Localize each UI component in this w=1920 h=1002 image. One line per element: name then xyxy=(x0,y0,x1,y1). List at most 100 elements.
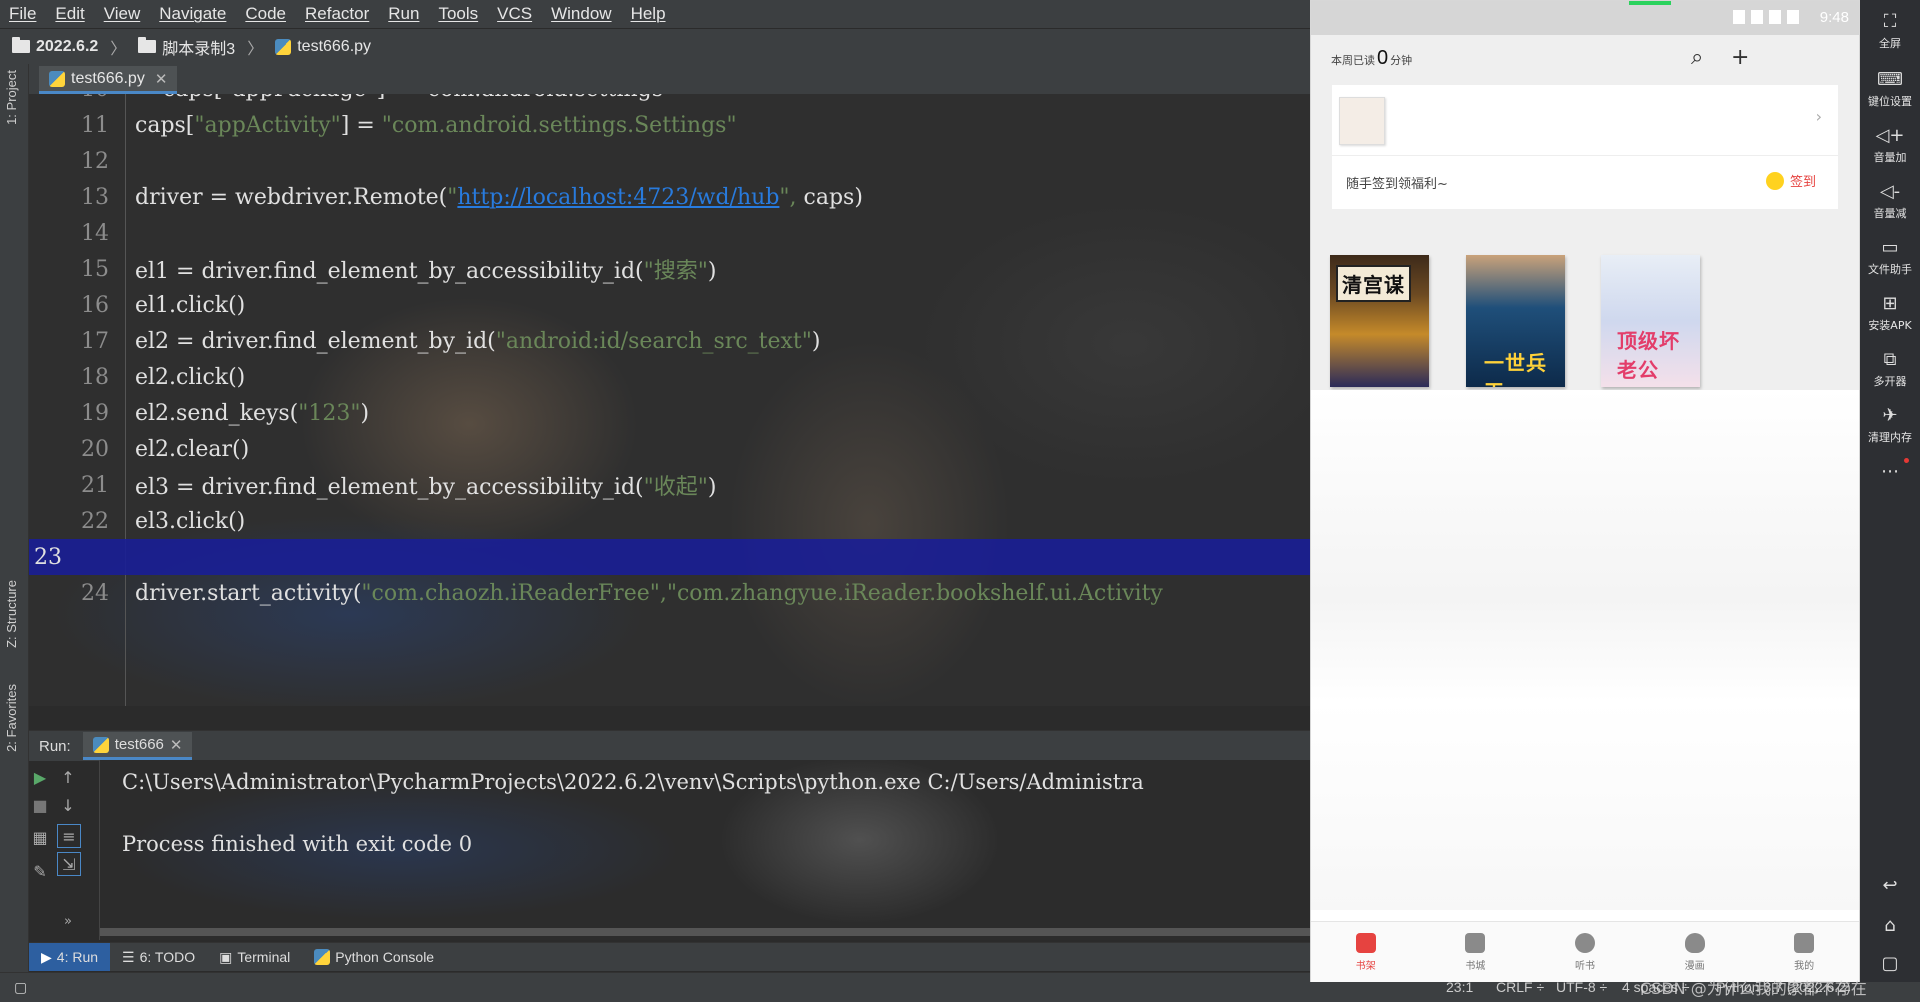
toggle-panels-icon[interactable]: ▢ xyxy=(14,979,27,996)
current-code-line[interactable]: 23 xyxy=(29,539,1310,575)
line-number: 19 xyxy=(81,400,109,426)
menu-help[interactable]: Help xyxy=(622,4,676,24)
tab-terminal[interactable]: ▣ Terminal xyxy=(207,943,302,971)
recent-book-thumbnail[interactable] xyxy=(1339,97,1385,145)
divider xyxy=(1332,155,1838,156)
code-text: driver.start_activity("com.chaozh.iReade… xyxy=(135,581,1163,606)
search-icon[interactable]: ⌕ xyxy=(1691,45,1703,70)
code-line[interactable]: 10 caps["appPackage"] = "com.android.set… xyxy=(29,94,1310,107)
rerun-icon[interactable]: ▶ xyxy=(29,766,51,788)
keyboard-icon: ⌨ xyxy=(1877,69,1903,90)
tab-project[interactable]: 1: Project xyxy=(4,70,19,125)
nav-comics[interactable]: 漫画 xyxy=(1640,922,1750,982)
code-line[interactable]: 18 el2.click() xyxy=(29,359,1310,395)
run-tab-test666[interactable]: test666 ✕ xyxy=(82,732,193,760)
book-cover[interactable]: 清宫谋 xyxy=(1330,255,1429,387)
status-icons xyxy=(1733,10,1799,24)
editor-tab-test666[interactable]: test666.py ✕ xyxy=(39,66,178,94)
code-line[interactable]: 20 el2.clear() xyxy=(29,431,1310,467)
code-editor[interactable]: 10 caps["appPackage"] = "com.android.set… xyxy=(29,94,1310,706)
nav-audiobook[interactable]: 听书 xyxy=(1530,922,1640,982)
tab-terminal-label: Terminal xyxy=(237,949,291,965)
code-token[interactable]: http://localhost:4723/wd/hub xyxy=(457,185,779,210)
tab-todo[interactable]: ☰ 6: TODO xyxy=(110,943,207,971)
tool-label: 音量加 xyxy=(1873,151,1907,164)
android-recents-button[interactable]: ▢ xyxy=(1860,954,1920,974)
code-line[interactable]: 24 driver.start_activity("com.chaozh.iRea… xyxy=(29,575,1310,611)
close-icon[interactable]: ✕ xyxy=(155,70,168,88)
signin-card[interactable]: › 随手签到领福利~ 签到 xyxy=(1332,85,1838,209)
tool-more[interactable]: ⋯ xyxy=(1860,462,1920,482)
tool-fullscreen[interactable]: ⛶ 全屏 xyxy=(1860,12,1920,51)
tool-multi-instance[interactable]: ⧉ 多开器 xyxy=(1860,350,1920,389)
layout-icon[interactable]: ▦ xyxy=(29,826,51,848)
menu-navigate[interactable]: Navigate xyxy=(150,4,236,24)
menu-code[interactable]: Code xyxy=(236,4,296,24)
line-number: 14 xyxy=(81,220,109,246)
menu-file[interactable]: File xyxy=(0,4,46,24)
book-cover[interactable]: 一世兵王 xyxy=(1466,255,1565,387)
code-line[interactable]: 21 el3 = driver.find_element_by_accessibi… xyxy=(29,467,1310,503)
nav-bookshelf[interactable]: 书架 xyxy=(1311,922,1421,982)
pin-icon[interactable]: ✎ xyxy=(29,860,51,882)
tool-volume-down[interactable]: ◁- 音量减 xyxy=(1860,182,1920,221)
tab-structure[interactable]: Z: Structure xyxy=(4,580,19,648)
add-icon[interactable]: + xyxy=(1731,45,1749,70)
menu-refactor[interactable]: Refactor xyxy=(296,4,379,24)
code-token: caps) xyxy=(796,184,863,210)
soft-wrap-icon[interactable]: ≡ xyxy=(57,824,81,848)
tab-run[interactable]: ▶ 4: Run xyxy=(29,943,111,971)
code-token: ) xyxy=(707,475,717,500)
code-line[interactable]: 16 el1.click() xyxy=(29,287,1310,323)
code-text: el2.clear() xyxy=(135,437,249,462)
tab-python-console[interactable]: Python Console xyxy=(302,943,446,971)
tool-clean-memory[interactable]: ✈ 清理内存 xyxy=(1860,406,1920,445)
menu-tools[interactable]: Tools xyxy=(429,4,488,24)
line-number: 13 xyxy=(81,184,109,210)
code-line[interactable]: 17 el2 = driver.find_element_by_id("andro… xyxy=(29,323,1310,359)
headphones-icon xyxy=(1574,932,1595,953)
tool-keymap[interactable]: ⌨ 键位设置 xyxy=(1860,70,1920,109)
up-arrow-icon[interactable]: ↑ xyxy=(57,766,79,788)
menu-edit[interactable]: Edit xyxy=(46,4,94,24)
down-arrow-icon[interactable]: ↓ xyxy=(57,794,79,816)
recents-icon: ▢ xyxy=(1881,953,1899,974)
console-scrollbar[interactable] xyxy=(100,928,1310,936)
code-line[interactable]: 13 driver = webdriver.Remote("http://loca… xyxy=(29,179,1310,215)
code-line[interactable]: 11 caps["appActivity"] = "com.android.set… xyxy=(29,107,1310,143)
nav-bookstore[interactable]: 书城 xyxy=(1421,922,1531,982)
code-text: driver = webdriver.Remote("http://localh… xyxy=(135,185,863,210)
code-token: ", xyxy=(779,184,797,210)
code-line[interactable]: 12 xyxy=(29,143,1310,179)
tool-install-apk[interactable]: ⊞ 安装APK xyxy=(1860,294,1920,333)
tool-label: 安装APK xyxy=(1868,319,1912,332)
book-cover[interactable]: 顶级坏老公 xyxy=(1601,255,1700,387)
menu-run[interactable]: Run xyxy=(379,4,429,24)
stop-icon[interactable]: ■ xyxy=(29,794,51,816)
chevron-right-icon[interactable]: › xyxy=(1816,107,1822,126)
nav-profile[interactable]: 我的 xyxy=(1749,922,1859,982)
scroll-to-end-icon[interactable]: ⇲ xyxy=(57,852,81,876)
tab-favorites[interactable]: 2: Favorites xyxy=(4,684,19,752)
pycharm-window: File Edit View Navigate Code Refactor Ru… xyxy=(0,0,1310,1001)
menu-view[interactable]: View xyxy=(95,4,151,24)
console-line: C:\Users\Administrator\PycharmProjects\2… xyxy=(122,770,1144,794)
tool-volume-up[interactable]: ◁+ 音量加 xyxy=(1860,126,1920,165)
breadcrumb-folder[interactable]: 脚本录制3 〉 xyxy=(126,35,263,59)
android-back-button[interactable]: ↩ xyxy=(1860,876,1920,896)
code-line[interactable]: 15 el1 = driver.find_element_by_accessibi… xyxy=(29,251,1310,287)
signin-button[interactable]: 签到 xyxy=(1765,171,1816,190)
breadcrumb-project[interactable]: 2022.6.2 〉 xyxy=(0,35,126,59)
code-line[interactable]: 22 el3.click() xyxy=(29,503,1310,539)
code-line[interactable]: 19 el2.send_keys("123") xyxy=(29,395,1310,431)
menu-window[interactable]: Window xyxy=(542,4,621,24)
breadcrumb-file[interactable]: test666.py xyxy=(263,38,371,56)
run-console[interactable]: C:\Users\Administrator\PycharmProjects\2… xyxy=(100,760,1310,940)
code-line[interactable]: 14 xyxy=(29,215,1310,251)
tool-file-helper[interactable]: ▭ 文件助手 xyxy=(1860,238,1920,277)
android-home-button[interactable]: ⌂ xyxy=(1860,916,1920,936)
menu-vcs[interactable]: VCS xyxy=(488,4,542,24)
more-icon[interactable]: » xyxy=(57,910,79,932)
close-icon[interactable]: ✕ xyxy=(170,736,183,754)
signin-label: 签到 xyxy=(1789,175,1816,190)
